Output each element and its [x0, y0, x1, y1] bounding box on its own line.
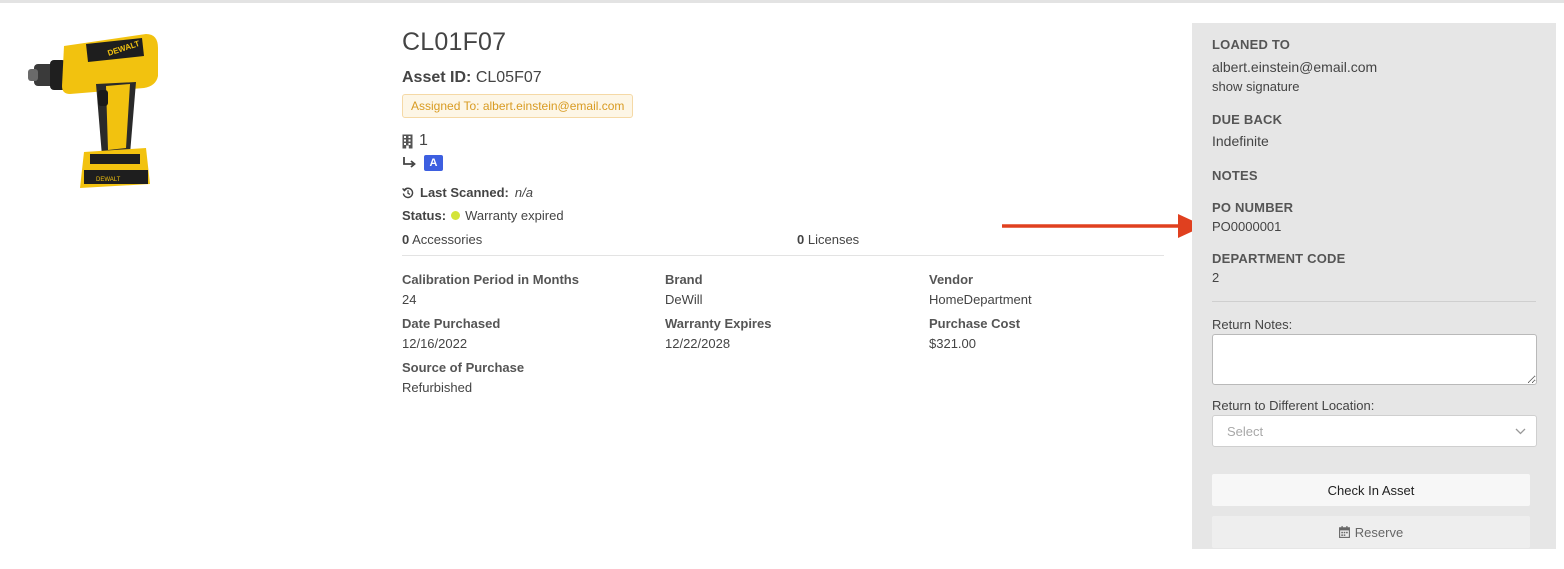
asset-id-value: CL05F07: [475, 69, 542, 86]
status-dot: [451, 211, 461, 220]
asset-fields-grid: Calibration Period in Months 24 Brand De…: [402, 272, 1164, 395]
location-badge[interactable]: A: [424, 155, 443, 171]
assigned-to-badge[interactable]: Assigned To: albert.einstein@email.com: [402, 94, 634, 118]
asset-image: DEWALT DEWALT: [28, 34, 158, 188]
status-label: Status:: [402, 208, 447, 223]
field-label: Vendor: [929, 272, 974, 287]
field-value: 12/22/2028: [665, 336, 731, 351]
licenses-count-item[interactable]: 0 Licenses: [797, 232, 859, 247]
building-row: 1: [402, 132, 1164, 150]
chevron-down-icon: [1515, 428, 1526, 434]
svg-text:DEWALT: DEWALT: [96, 177, 121, 183]
field-label: Source of Purchase: [402, 360, 525, 375]
due-back-label: DUE BACK: [1212, 112, 1283, 127]
field-source-of-purchase: Source of Purchase Refurbished: [402, 360, 665, 395]
calendar-icon: [1338, 526, 1350, 538]
show-signature-link[interactable]: show signature: [1212, 79, 1536, 94]
field-vendor: Vendor HomeDepartment: [929, 272, 1164, 307]
location-row: A: [402, 155, 1164, 171]
field-value: Refurbished: [402, 380, 473, 395]
accessories-count-item[interactable]: 0 Accessories: [402, 232, 482, 247]
annotation-arrow: [1002, 214, 1204, 238]
po-number-label: PO NUMBER: [1212, 200, 1294, 215]
field-value: $321.00: [929, 336, 976, 351]
reserve-button[interactable]: Reserve: [1212, 516, 1530, 548]
field-date-purchased: Date Purchased 12/16/2022: [402, 316, 665, 351]
field-label: Calibration Period in Months: [402, 272, 579, 287]
arrow-turn-down-right-icon: [403, 157, 416, 168]
field-value: 24: [402, 292, 417, 307]
loaned-to-label: LOANED TO: [1212, 37, 1291, 52]
status-value: Warranty expired: [465, 208, 564, 223]
field-calibration-period: Calibration Period in Months 24: [402, 272, 665, 307]
field-label: Brand: [665, 272, 703, 287]
last-scanned-value: n/a: [514, 185, 533, 200]
field-label: Date Purchased: [402, 316, 501, 331]
asset-name: CL01F07: [402, 28, 507, 56]
notes-label: NOTES: [1212, 168, 1258, 183]
field-brand: Brand DeWill: [665, 272, 929, 307]
last-scanned-row: Last Scanned: n/a: [402, 185, 1164, 200]
return-location-select[interactable]: Select: [1212, 415, 1537, 447]
checkout-side-panel: LOANED TO albert.einstein@email.com show…: [1192, 23, 1556, 549]
building-number: 1: [419, 132, 428, 149]
section-divider: [402, 255, 1164, 256]
field-label: Purchase Cost: [929, 316, 1021, 331]
loaned-to-value[interactable]: albert.einstein@email.com: [1212, 59, 1536, 75]
check-in-label: Check In Asset: [1327, 482, 1415, 498]
panel-divider: [1212, 301, 1536, 302]
return-notes-input[interactable]: [1212, 334, 1537, 385]
field-label: Warranty Expires: [665, 316, 772, 331]
reserve-label: Reserve: [1354, 524, 1404, 540]
asset-id-row: Asset ID: CL05F07: [402, 69, 1164, 87]
department-code-label: DEPARTMENT CODE: [1212, 251, 1346, 266]
field-value: HomeDepartment: [929, 292, 1032, 307]
last-scanned-label: Last Scanned:: [420, 185, 509, 200]
history-icon: [402, 187, 414, 198]
licenses-count: 0: [797, 232, 805, 247]
field-value: DeWill: [665, 292, 703, 307]
select-placeholder: Select: [1227, 423, 1264, 439]
check-in-asset-button[interactable]: Check In Asset: [1212, 474, 1530, 506]
field-value: 12/16/2022: [402, 336, 468, 351]
accessories-count: 0: [402, 232, 410, 247]
accessories-label: Accessories: [412, 232, 483, 247]
asset-id-label: Asset ID:: [402, 69, 472, 86]
return-notes-label: Return Notes:: [1212, 317, 1293, 332]
field-warranty-expires: Warranty Expires 12/22/2028: [665, 316, 929, 351]
building-icon: [402, 134, 413, 148]
due-back-value: Indefinite: [1212, 133, 1269, 149]
return-location-label: Return to Different Location:: [1212, 398, 1375, 413]
department-code-value: 2: [1212, 270, 1220, 285]
licenses-label: Licenses: [807, 232, 860, 247]
po-number-value: PO0000001: [1212, 219, 1282, 234]
top-border: [0, 0, 1564, 3]
field-purchase-cost: Purchase Cost $321.00: [929, 316, 1164, 351]
